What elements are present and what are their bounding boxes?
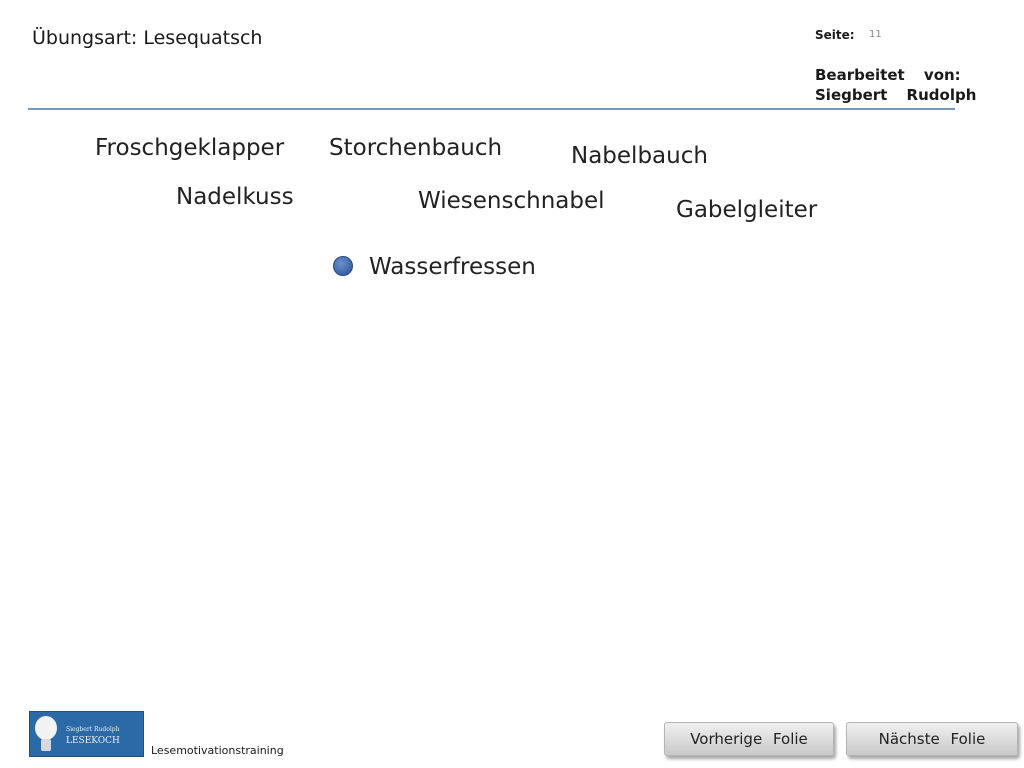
- page-number: 11: [869, 29, 882, 40]
- footer-label: Lesemotivationstraining: [151, 744, 284, 757]
- lightbulb-icon: [35, 716, 57, 740]
- next-slide-button[interactable]: Nächste Folie: [846, 722, 1018, 756]
- page-label: Seite:: [815, 28, 855, 42]
- exercise-title: Übungsart: Lesequatsch: [32, 27, 263, 49]
- word-item: Nabelbauch: [571, 143, 708, 169]
- word-item: Wiesenschnabel: [418, 188, 605, 214]
- lightbulb-base: [41, 739, 51, 751]
- edited-by-label: Bearbeitet von:: [815, 66, 961, 84]
- highlighted-word: Wasserfressen: [369, 254, 536, 280]
- author-name: Siegbert Rudolph: [815, 86, 977, 104]
- logo-brand: LESEKOCH: [66, 736, 120, 746]
- header-divider: [28, 108, 955, 110]
- word-item: Storchenbauch: [329, 135, 503, 161]
- lesekoch-logo: Siegbert Rudolph LESEKOCH: [29, 711, 144, 757]
- word-item: Nadelkuss: [176, 184, 294, 210]
- previous-slide-button[interactable]: Vorherige Folie: [664, 722, 834, 756]
- word-item: Froschgeklapper: [95, 135, 285, 161]
- bullet-icon: [333, 256, 353, 276]
- word-item: Gabelgleiter: [676, 197, 818, 223]
- logo-author: Siegbert Rudolph: [66, 726, 120, 733]
